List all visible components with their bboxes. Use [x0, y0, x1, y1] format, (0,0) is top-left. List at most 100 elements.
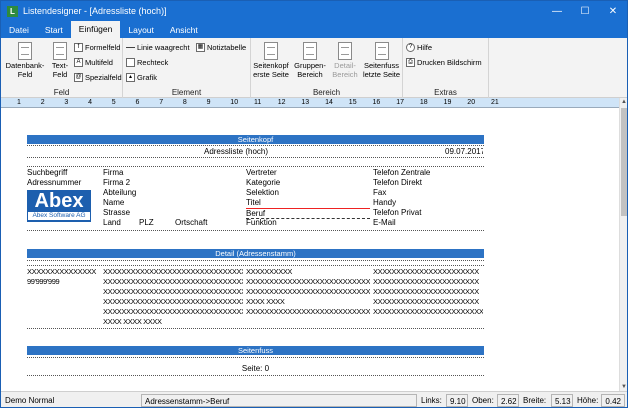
ruler-tick: 19 — [443, 99, 452, 106]
detail-telefon-zentrale[interactable]: XXXXXXXXXXXXXXXXXXXXXXX — [373, 267, 483, 276]
special-field-icon: @ — [74, 73, 83, 82]
field-adressnummer[interactable]: Adressnummer — [27, 178, 99, 187]
detail-kategorie[interactable]: XXXXXXXXXXXXXXXXXXXXXXXXXXXXXXXX — [246, 277, 370, 286]
detailbereich-button[interactable]: Detail- Bereich — [329, 42, 361, 79]
detail-name[interactable]: XXXXXXXXXXXXXXXXXXXXXXXXXXXXXXXXXXXX — [103, 297, 243, 306]
band-detail[interactable]: Detail (Adressenstamm) — [27, 249, 484, 258]
page-number-field[interactable]: Seite: 0 — [27, 364, 484, 373]
detail-titel[interactable]: XXXX XXXX — [246, 297, 370, 306]
detail-suchbegriff[interactable]: XXXXXXXXXXXXXXX — [27, 267, 99, 276]
title-bar: L Listendesigner - [Adressliste (hoch)] … — [1, 1, 627, 21]
notiztabelle-button[interactable]: ▦ Notiztabelle — [196, 43, 246, 52]
rectangle-icon — [126, 58, 135, 67]
scroll-down-icon[interactable]: ▼ — [620, 383, 627, 391]
detail-selektion[interactable]: XXXXXXXXXXXXXXXXXXXXXXXXXXXXXXXX — [246, 287, 370, 296]
divider — [27, 375, 484, 376]
drucken-bildschirm-button[interactable]: ⎙ Drucken Bildschirm — [406, 58, 482, 67]
group-label-extras: Extras — [434, 88, 457, 97]
ruler-tick: 16 — [372, 99, 381, 106]
report-canvas[interactable]: Seitenkopf Adressliste (hoch) 09.07.2017… — [1, 108, 619, 391]
detail-strasse[interactable]: XXXXXXXXXXXXXXXXXXXXXXXXXXXXXXXXXXXX — [103, 307, 243, 316]
group-feld: Datenbank- Feld Text- Feld f Formelfeld A… — [1, 38, 123, 98]
tab-start[interactable]: Start — [37, 23, 71, 38]
field-vertreter[interactable]: Vertreter — [246, 168, 370, 177]
ribbon: Datenbank- Feld Text- Feld f Formelfeld A… — [1, 38, 627, 98]
detail-area-icon — [338, 42, 352, 60]
divider — [27, 357, 484, 358]
detail-adressnummer[interactable]: 99'999'999 — [27, 277, 99, 286]
field-suchbegriff[interactable]: Suchbegriff — [27, 168, 99, 177]
line-icon — [126, 47, 135, 48]
group-element: Linie waagrecht ▦ Notiztabelle Rechteck ▴… — [123, 38, 251, 98]
field-telefon-privat[interactable]: Telefon Privat — [373, 208, 483, 217]
datenbankfeld-button[interactable]: Datenbank- Feld — [3, 42, 47, 79]
detail-telefon-direkt[interactable]: XXXXXXXXXXXXXXXXXXXXXXX — [373, 277, 483, 286]
company-logo[interactable]: Abex Abex Software AG — [27, 190, 91, 222]
field-plz[interactable]: PLZ — [139, 218, 173, 227]
field-telefon-direkt[interactable]: Telefon Direkt — [373, 178, 483, 187]
group-extras: ? Hilfe ⎙ Drucken Bildschirm Extras — [403, 38, 489, 98]
detail-vertreter[interactable]: XXXXXXXXXX — [246, 267, 370, 276]
detail-abteilung[interactable]: XXXXXXXXXXXXXXXXXXXXXXXXXXXXXXXXXXXX — [103, 287, 243, 296]
tab-layout[interactable]: Layout — [120, 23, 162, 38]
field-handy[interactable]: Handy — [373, 198, 483, 207]
band-seitenkopf[interactable]: Seitenkopf — [27, 135, 484, 144]
hilfe-button[interactable]: ? Hilfe — [406, 43, 432, 52]
field-telefon-zentrale[interactable]: Telefon Zentrale — [373, 168, 483, 177]
status-oben: 2.62 — [497, 394, 519, 407]
scroll-thumb[interactable] — [621, 108, 627, 216]
tab-ansicht[interactable]: Ansicht — [162, 23, 206, 38]
formelfeld-button[interactable]: f Formelfeld — [74, 43, 120, 52]
title-field[interactable]: Adressliste (hoch) — [27, 147, 445, 156]
field-abteilung[interactable]: Abteilung — [103, 188, 243, 197]
linie-waagrecht-button[interactable]: Linie waagrecht — [126, 43, 190, 52]
field-ortschaft[interactable]: Ortschaft — [175, 218, 243, 227]
seitenkopf-button[interactable]: Seitenkopf erste Seite — [252, 42, 290, 79]
seitenfuss-button[interactable]: Seitenfuss letzte Seite — [361, 42, 402, 79]
divider — [27, 260, 484, 261]
maximize-button[interactable]: ☐ — [571, 1, 599, 21]
detail-handy[interactable]: XXXXXXXXXXXXXXXXXXXXXXX — [373, 297, 483, 306]
minimize-button[interactable]: — — [543, 1, 571, 21]
app-window: L Listendesigner - [Adressliste (hoch)] … — [0, 0, 628, 408]
rechteck-button[interactable]: Rechteck — [126, 58, 168, 67]
ruler-tick: 11 — [254, 99, 262, 106]
field-fax[interactable]: Fax — [373, 188, 483, 197]
detail-ort[interactable]: XXXX XXXX XXXX — [103, 317, 243, 326]
field-funktion[interactable]: Funktion — [246, 218, 370, 227]
field-land[interactable]: Land — [103, 218, 137, 227]
scroll-up-icon[interactable]: ▲ — [620, 98, 627, 106]
grafik-button[interactable]: ▴ Grafik — [126, 73, 157, 82]
formula-icon: f — [74, 43, 83, 52]
detail-fax[interactable]: XXXXXXXXXXXXXXXXXXXXXXX — [373, 287, 483, 296]
database-field-icon — [18, 42, 32, 60]
vertical-scrollbar[interactable]: ▲ ▼ — [619, 98, 627, 391]
group-label-element: Element — [171, 88, 202, 97]
group-bereich: Seitenkopf erste Seite Gruppen- Bereich … — [251, 38, 403, 98]
status-breite-label: Breite: — [523, 396, 547, 405]
field-titel[interactable]: Titel — [246, 198, 370, 207]
multifeld-button[interactable]: A Multifeld — [74, 58, 113, 67]
field-firma[interactable]: Firma — [103, 168, 243, 177]
textfeld-button[interactable]: Text- Feld — [47, 42, 73, 79]
ruler-tick: 14 — [325, 99, 333, 106]
field-firma2[interactable]: Firma 2 — [103, 178, 243, 187]
band-seitenfuss[interactable]: Seitenfuss — [27, 346, 484, 355]
status-hoehe: 0.42 — [601, 394, 625, 407]
detail-email[interactable]: XXXXXXXXXXXXXXXXXXXXXXXXXXXXX — [373, 307, 483, 316]
tab-einfuegen[interactable]: Einfügen — [70, 21, 121, 38]
gruppenbereich-button[interactable]: Gruppen- Bereich — [291, 42, 329, 79]
date-field[interactable]: 09.07.2017 — [445, 147, 483, 156]
spezialfeld-button[interactable]: @ Spezialfeld — [74, 73, 122, 82]
tab-datei[interactable]: Datei — [1, 23, 37, 38]
status-links: 9.10 — [446, 394, 468, 407]
field-name[interactable]: Name — [103, 198, 243, 207]
detail-firma2[interactable]: XXXXXXXXXXXXXXXXXXXXXXXXXXXXXXXXXXXX — [103, 277, 243, 286]
field-kategorie[interactable]: Kategorie — [246, 178, 370, 187]
close-button[interactable]: ✕ — [599, 1, 627, 21]
detail-beruf[interactable]: XXXXXXXXXXXXXXXXXXXXXXXXXXXXXXXX — [246, 307, 370, 316]
field-email[interactable]: E-Mail — [373, 218, 483, 227]
detail-firma[interactable]: XXXXXXXXXXXXXXXXXXXXXXXXXXXXXXXXXXXX — [103, 267, 243, 276]
field-strasse[interactable]: Strasse — [103, 208, 243, 217]
field-selektion[interactable]: Selektion — [246, 188, 370, 197]
